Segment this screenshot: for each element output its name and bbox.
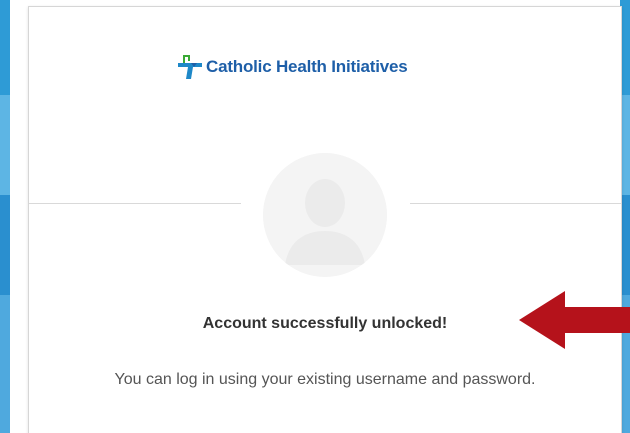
red-arrow-left-icon [519,289,630,351]
avatar [263,153,387,277]
user-silhouette-icon [263,153,387,277]
divider-left [29,203,241,204]
background-strip-left [0,0,10,433]
divider-right [410,203,621,204]
brand-logo: Catholic Health Initiatives [177,54,408,80]
page: Catholic Health Initiatives Account succ… [0,0,630,433]
unlock-card: Catholic Health Initiatives Account succ… [28,6,622,433]
chi-cross-logo-icon [177,54,203,80]
status-message: You can log in using your existing usern… [114,371,536,388]
brand-name: Catholic Health Initiatives [206,57,408,76]
